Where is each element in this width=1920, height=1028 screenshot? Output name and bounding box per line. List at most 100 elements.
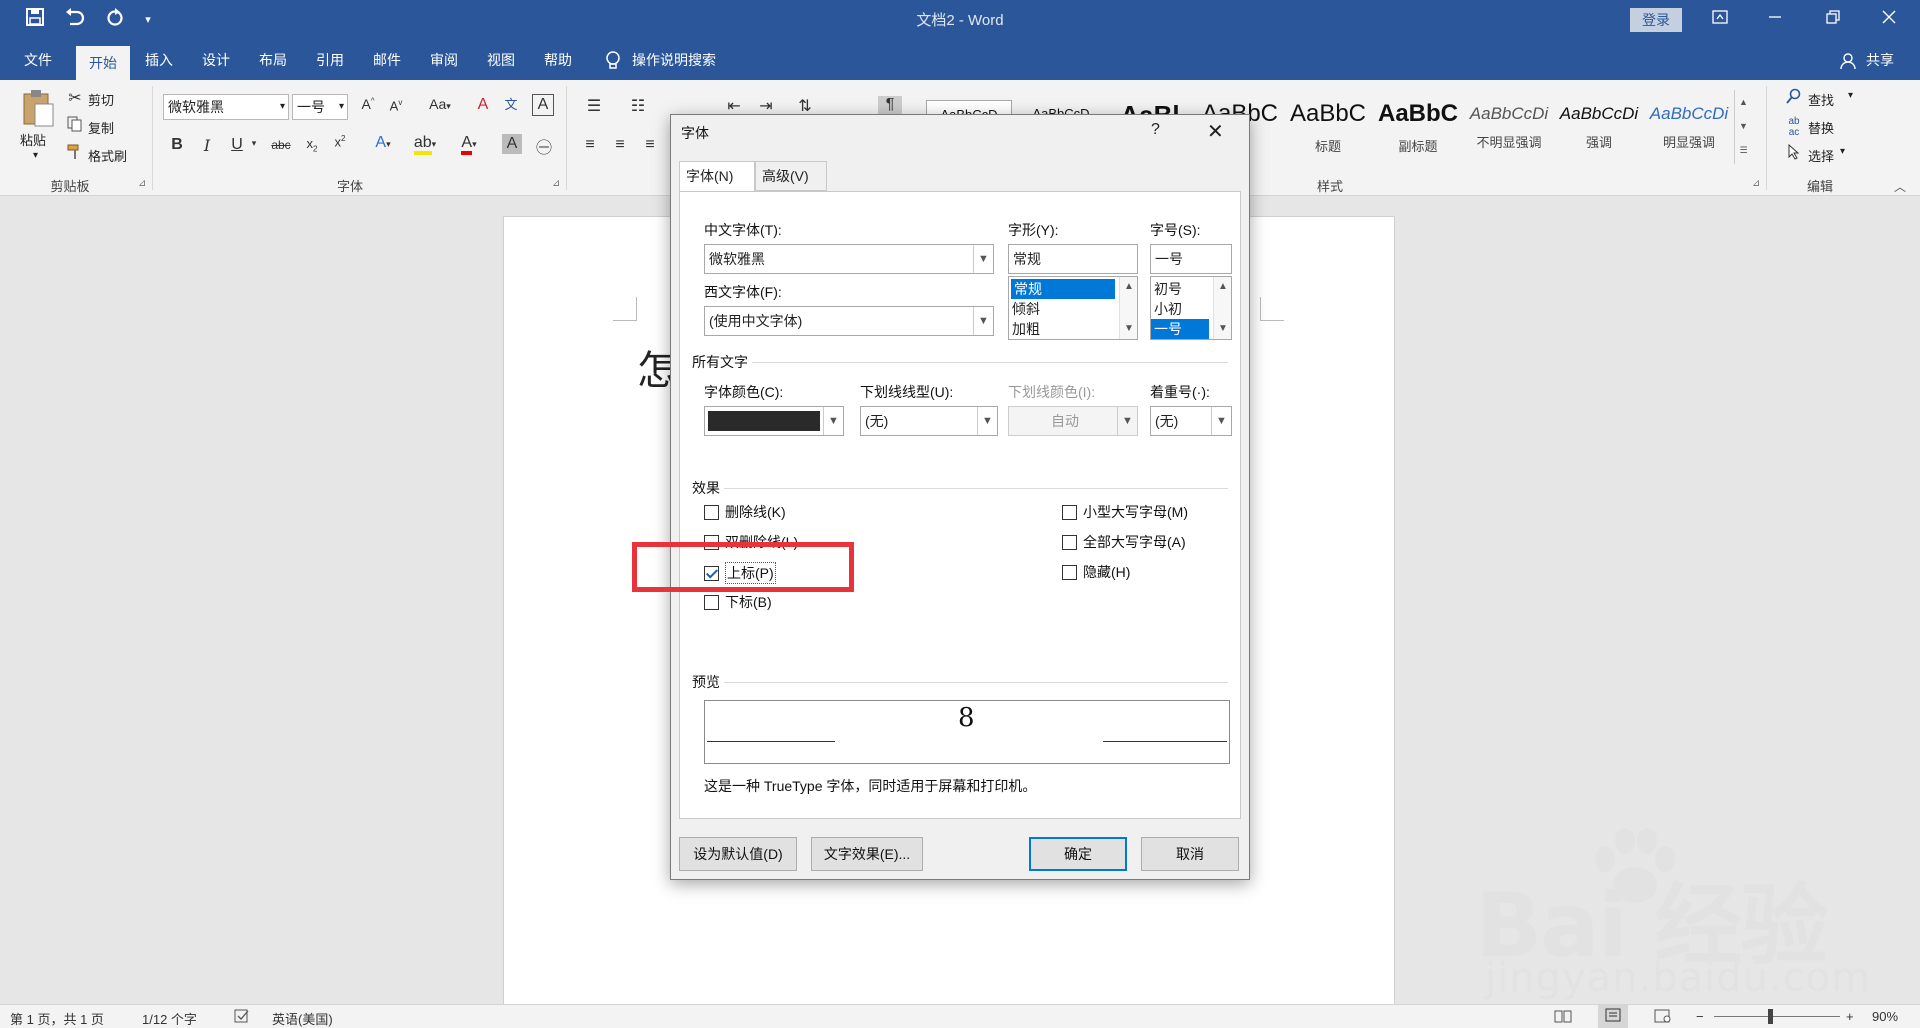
tab-home[interactable]: 开始 xyxy=(76,46,130,80)
word-count[interactable]: 1/12 个字 xyxy=(142,1009,197,1028)
tab-advanced[interactable]: 高级(V) xyxy=(755,161,827,191)
list-item[interactable]: 加粗 xyxy=(1009,319,1137,339)
close-window-icon[interactable] xyxy=(1866,4,1912,36)
replace-button[interactable]: 替换 xyxy=(1808,118,1834,137)
web-layout-icon[interactable] xyxy=(1654,1009,1672,1026)
bullets-icon[interactable]: ☰ xyxy=(580,96,608,116)
shrink-font-icon[interactable]: Av xyxy=(386,98,406,113)
scrollbar[interactable]: ▲ ▼ xyxy=(1213,277,1231,339)
tab-design[interactable]: 设计 xyxy=(193,40,239,80)
numbering-icon[interactable]: ☷ xyxy=(624,96,652,116)
minimize-icon[interactable] xyxy=(1752,4,1798,36)
style-item[interactable]: AaBbCcDi 强调 xyxy=(1556,100,1642,162)
western-font-select[interactable]: (使用中文字体) ▼ xyxy=(704,306,994,336)
chinese-font-select[interactable]: 微软雅黑 ▼ xyxy=(704,244,994,274)
emphasis-select[interactable]: (无) ▼ xyxy=(1150,406,1232,436)
checkbox-box[interactable] xyxy=(704,504,719,520)
sort-icon[interactable]: ⇅ xyxy=(790,96,820,116)
zoom-out-button[interactable]: − xyxy=(1696,1009,1704,1024)
font-size-input[interactable]: 一号 xyxy=(1150,244,1232,274)
outdent-icon[interactable]: ⇥ xyxy=(752,96,780,116)
read-mode-icon[interactable] xyxy=(1554,1009,1572,1026)
underline-type-select[interactable]: (无) ▼ xyxy=(860,406,998,436)
list-item[interactable]: 常规 xyxy=(1011,279,1115,299)
checkbox-box[interactable] xyxy=(1062,534,1077,550)
all-caps-checkbox[interactable]: 全部大写字母(A) xyxy=(1062,532,1186,552)
strikethrough-icon[interactable]: abc xyxy=(268,138,294,152)
ok-button[interactable]: 确定 xyxy=(1029,837,1127,871)
chevron-down-icon[interactable]: ▾ xyxy=(1848,90,1853,101)
clear-format-icon[interactable]: A xyxy=(472,96,494,114)
proofing-icon[interactable] xyxy=(234,1009,250,1026)
enclose-char-icon[interactable]: ㊀ xyxy=(534,134,554,158)
zoom-slider-handle[interactable] xyxy=(1768,1009,1773,1024)
search-icon[interactable] xyxy=(1784,88,1804,109)
chevron-down-icon[interactable]: ▾ xyxy=(1840,146,1845,157)
help-icon[interactable]: ? xyxy=(1151,121,1160,139)
chevron-up-icon[interactable]: ▲ xyxy=(1120,279,1137,295)
chevron-down-icon[interactable]: ▾ xyxy=(248,138,260,149)
align-left-icon[interactable]: ≡ xyxy=(580,136,600,154)
find-button[interactable]: 查找 xyxy=(1808,90,1834,109)
checkbox-box[interactable] xyxy=(704,594,719,610)
change-case-icon[interactable]: Aa▾ xyxy=(422,96,458,112)
font-name-box[interactable]: 微软雅黑 ▾ xyxy=(163,94,289,120)
char-border-icon[interactable]: A xyxy=(532,94,554,116)
list-item[interactable]: 倾斜 xyxy=(1009,299,1137,319)
small-caps-checkbox[interactable]: 小型大写字母(M) xyxy=(1062,502,1188,522)
user-icon[interactable] xyxy=(1838,40,1858,80)
italic-icon[interactable]: I xyxy=(198,136,216,155)
format-painter-button[interactable]: 格式刷 xyxy=(88,146,127,165)
tab-mailings[interactable]: 邮件 xyxy=(364,40,410,80)
font-color-icon[interactable]: A▾ xyxy=(456,134,482,155)
tell-me-search[interactable]: 操作说明搜索 xyxy=(632,40,732,80)
restore-icon[interactable] xyxy=(1810,4,1856,36)
subscript-checkbox[interactable]: 下标(B) xyxy=(704,592,772,612)
tab-file[interactable]: 文件 xyxy=(10,40,66,80)
login-button[interactable]: 登录 xyxy=(1630,8,1682,32)
underline-icon[interactable]: U xyxy=(228,136,246,154)
paste-label[interactable]: 粘贴 xyxy=(20,130,46,149)
close-icon[interactable]: ✕ xyxy=(1207,119,1224,144)
style-item[interactable]: AaBbC 副标题 xyxy=(1376,100,1460,162)
tab-insert[interactable]: 插入 xyxy=(136,40,182,80)
scissors-icon[interactable]: ✂ xyxy=(66,88,84,108)
zoom-in-button[interactable]: + xyxy=(1846,1009,1854,1024)
cursor-icon[interactable] xyxy=(1784,143,1804,165)
font-launcher-icon[interactable]: ⊿ xyxy=(552,178,560,189)
style-item[interactable]: AaBbCcDi 明显强调 xyxy=(1646,100,1732,162)
set-default-button[interactable]: 设为默认值(D) xyxy=(679,837,797,871)
phonetic-guide-icon[interactable]: 文 xyxy=(500,94,522,113)
format-painter-icon[interactable] xyxy=(66,144,84,165)
font-style-list[interactable]: 常规 倾斜 加粗 ▲ ▼ xyxy=(1008,276,1138,340)
grow-font-icon[interactable]: A^ xyxy=(358,96,378,112)
align-center-icon[interactable]: ≡ xyxy=(610,136,630,154)
clipboard-launcher-icon[interactable]: ⊿ xyxy=(138,178,146,189)
font-style-input[interactable]: 常规 xyxy=(1008,244,1138,274)
tab-font[interactable]: 字体(N) xyxy=(679,161,755,192)
show-marks-icon[interactable]: ¶ xyxy=(878,96,902,114)
copy-icon[interactable] xyxy=(66,116,84,137)
language-indicator[interactable]: 英语(美国) xyxy=(272,1009,333,1028)
collapse-ribbon-icon[interactable]: ︿ xyxy=(1894,178,1906,195)
char-shading-icon[interactable]: A xyxy=(502,134,522,154)
hidden-checkbox[interactable]: 隐藏(H) xyxy=(1062,562,1130,582)
tab-review[interactable]: 审阅 xyxy=(421,40,467,80)
superscript-icon[interactable]: x2 xyxy=(330,134,350,149)
align-right-icon[interactable]: ≡ xyxy=(640,136,660,154)
list-item[interactable]: 一号 xyxy=(1151,319,1209,339)
tab-references[interactable]: 引用 xyxy=(307,40,353,80)
cancel-button[interactable]: 取消 xyxy=(1141,837,1239,871)
font-size-list[interactable]: 初号 小初 一号 ▲ ▼ xyxy=(1150,276,1232,340)
replace-icon[interactable]: ab ac xyxy=(1784,116,1804,138)
styles-launcher-icon[interactable]: ⊿ xyxy=(1752,178,1760,189)
chevron-down-icon[interactable]: ▼ xyxy=(1120,321,1137,337)
tab-layout[interactable]: 布局 xyxy=(250,40,296,80)
chevron-up-icon[interactable]: ▲ xyxy=(1214,279,1231,295)
highlight-icon[interactable]: ab▾ xyxy=(412,134,438,155)
checkbox-box[interactable] xyxy=(1062,504,1077,520)
checkbox-box[interactable] xyxy=(1062,564,1077,580)
tab-view[interactable]: 视图 xyxy=(478,40,524,80)
copy-button[interactable]: 复制 xyxy=(88,118,114,137)
text-effects-button[interactable]: 文字效果(E)... xyxy=(811,837,923,871)
